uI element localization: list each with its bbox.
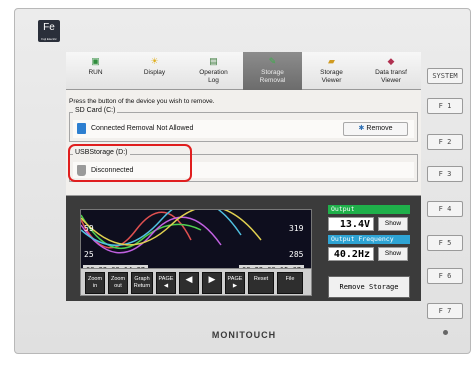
display-icon: ☀ — [150, 56, 159, 66]
zoom-out-button[interactable]: Zoom out — [108, 272, 128, 294]
output-panel: Output 13.4V Show Output Frequency 40.2H… — [328, 205, 410, 277]
page-back-button[interactable]: PAGE ◀ — [156, 272, 176, 294]
menu-data-transfer-label: Data transf Viewer — [375, 69, 407, 84]
sd-card-group: SD Card (C:) Connected Removal Not Allow… — [69, 107, 418, 142]
system-key[interactable]: SYSTEM — [427, 68, 463, 84]
power-led — [443, 330, 448, 335]
step-forward-button[interactable]: ▶ — [202, 272, 222, 294]
menu-run-label: RUN — [88, 69, 103, 76]
data-transfer-icon: ◆ — [387, 56, 395, 66]
storage-removal-icon: ✎ — [268, 56, 277, 66]
output-value: 13.4V — [328, 217, 374, 231]
output-frequency-label: Output Frequency — [328, 235, 410, 244]
trend-right-value-top: 319 — [289, 224, 304, 233]
remove-storage-button[interactable]: Remove Storage — [328, 276, 410, 298]
system-menu-bar: ▣ RUN ☀ Display ▤ Operation Log ✎ Storag… — [66, 52, 421, 90]
eject-icon: ✱ — [358, 125, 365, 132]
menu-storage-removal-label: Storage Removal — [259, 69, 286, 84]
brand-logo: Fe Fuji Electric — [38, 20, 60, 42]
menu-display-label: Display — [143, 69, 166, 76]
f1-key[interactable]: F 1 — [427, 98, 463, 114]
f7-key[interactable]: F 7 — [427, 303, 463, 319]
trend-button-row: Zoom in Zoom out Graph Return PAGE ◀ ◀ ▶ … — [80, 268, 312, 296]
trend-right-value-bottom: 285 — [289, 250, 304, 259]
run-icon: ▣ — [91, 56, 100, 66]
output-label: Output — [328, 205, 410, 214]
sd-remove-label: Remove — [366, 125, 393, 132]
menu-storage-viewer-label: Storage Viewer — [320, 69, 343, 84]
usb-storage-highlight — [68, 144, 192, 182]
menu-operation-log-label: Operation Log — [199, 69, 228, 84]
device-brand: MONITOUCH — [211, 330, 277, 340]
operation-log-icon: ▤ — [209, 56, 218, 66]
storage-viewer-icon: ▰ — [328, 56, 335, 66]
output-frequency-value: 40.2Hz — [328, 247, 374, 261]
file-button[interactable]: File — [277, 272, 303, 294]
trend-left-value-bottom: 25 — [84, 250, 94, 259]
output-show-button[interactable]: Show — [378, 217, 408, 231]
page-forward-button[interactable]: PAGE ▶ — [225, 272, 245, 294]
graph-return-button[interactable]: Graph Return — [131, 272, 153, 294]
page-back-icon: ◀ — [163, 283, 169, 289]
sd-card-title: SD Card (C:) — [73, 107, 118, 114]
sd-card-row: Connected Removal Not Allowed ✱ Remove — [73, 120, 414, 138]
f4-key[interactable]: F 4 — [427, 201, 463, 217]
zoom-in-button[interactable]: Zoom in — [85, 272, 105, 294]
page-forward-icon: ▶ — [232, 283, 238, 289]
sd-card-status: Connected Removal Not Allowed — [91, 125, 194, 132]
sd-remove-button[interactable]: ✱ Remove — [343, 122, 408, 136]
frequency-show-button[interactable]: Show — [378, 247, 408, 261]
page-forward-label: PAGE — [227, 276, 243, 282]
sd-card-icon — [77, 123, 86, 134]
f6-key[interactable]: F 6 — [427, 268, 463, 284]
menu-data-transfer-viewer[interactable]: ◆ Data transf Viewer — [361, 52, 421, 90]
f3-key[interactable]: F 3 — [427, 166, 463, 182]
menu-storage-viewer[interactable]: ▰ Storage Viewer — [302, 52, 361, 90]
step-back-button[interactable]: ◀ — [179, 272, 199, 294]
brand-logo-subtext: Fuji Electric — [41, 37, 57, 41]
step-back-icon: ◀ — [185, 274, 193, 284]
menu-display[interactable]: ☀ Display — [125, 52, 184, 90]
menu-run[interactable]: ▣ RUN — [66, 52, 125, 90]
f2-key[interactable]: F 2 — [427, 134, 463, 150]
page-back-label: PAGE — [158, 276, 174, 282]
menu-operation-log[interactable]: ▤ Operation Log — [184, 52, 243, 90]
step-forward-icon: ▶ — [208, 274, 216, 284]
f5-key[interactable]: F 5 — [427, 235, 463, 251]
trend-left-value-top: 59 — [84, 224, 94, 233]
instruction-text: Press the button of the device you wish … — [69, 98, 215, 105]
menu-storage-removal[interactable]: ✎ Storage Removal — [243, 52, 302, 90]
reset-button[interactable]: Reset — [248, 272, 274, 294]
